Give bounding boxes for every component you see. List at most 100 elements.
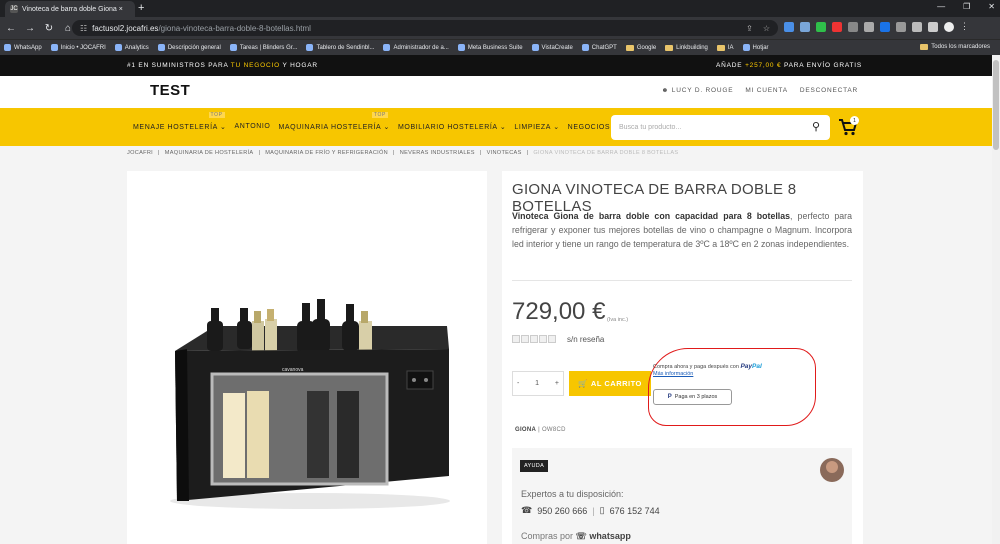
url-path: /giona-vinoteca-barra-doble-8-botellas.h… xyxy=(158,23,311,33)
mobile-icon: ▯ xyxy=(599,505,605,515)
address-bar[interactable]: ☷ factusol2.jocafri.es/giona-vinoteca-ba… xyxy=(72,20,778,36)
scrollbar-thumb[interactable] xyxy=(993,60,999,150)
menu-dots-icon[interactable]: ⋮ xyxy=(960,21,969,32)
page-viewport: #1 EN SUMINISTROS PARA TU NEGOCIO Y HOGA… xyxy=(0,55,992,544)
close-icon[interactable]: ✕ xyxy=(988,2,995,11)
phone-icon: ☎ xyxy=(521,505,533,515)
bookmark-item[interactable]: Analytics xyxy=(114,44,149,51)
user-name-link[interactable]: ☻ LUCY D. ROUGE xyxy=(662,87,734,94)
extension-icon[interactable] xyxy=(784,21,794,32)
logout-link[interactable]: DESCONECTAR xyxy=(800,87,858,94)
bookmark-item[interactable]: Meta Business Suite xyxy=(457,44,523,51)
review-count[interactable]: s/n reseña xyxy=(567,335,604,344)
my-account-link[interactable]: MI CUENTA xyxy=(745,87,787,94)
extension-icon[interactable] xyxy=(816,21,826,32)
qty-decrease-button[interactable]: - xyxy=(517,380,519,387)
product-description: Vinoteca Giona de barra doble con capaci… xyxy=(512,211,852,249)
extension-icon[interactable] xyxy=(800,21,810,32)
bookmark-icon xyxy=(114,44,122,51)
help-title: Expertos a tu disposición: xyxy=(521,489,624,499)
breadcrumb-separator: | xyxy=(393,150,395,156)
qty-increase-button[interactable]: + xyxy=(555,380,559,387)
star-icon xyxy=(521,335,529,343)
bookmark-item[interactable]: Descripción general xyxy=(157,44,221,51)
folder-icon xyxy=(920,44,929,50)
bookmark-item[interactable]: IA xyxy=(716,44,734,51)
bookmark-item[interactable]: Tareas | Blinders Gr... xyxy=(229,44,297,51)
share-icon[interactable]: ⇪ xyxy=(746,24,753,33)
site-info-icon[interactable]: ☷ xyxy=(80,24,87,33)
breadcrumb-separator: | xyxy=(526,150,529,156)
phone-link[interactable]: 950 260 666 xyxy=(537,506,587,516)
profile-avatar[interactable] xyxy=(944,21,954,32)
paypal-logo: Pay xyxy=(740,363,753,370)
menu-item[interactable]: MAQUINARIA HOSTELERÍA ⌄ TOP xyxy=(278,112,389,131)
mobile-link[interactable]: 676 152 744 xyxy=(610,506,660,516)
new-tab-button[interactable]: + xyxy=(138,2,144,14)
bookmark-item[interactable]: Google xyxy=(625,44,656,51)
product-image[interactable]: cavanova xyxy=(127,171,487,544)
all-bookmarks-folder[interactable]: Todos los marcadores xyxy=(920,44,990,50)
sku: OW8CD xyxy=(541,427,566,433)
folder-icon xyxy=(625,44,634,51)
bookmark-item[interactable]: Hotjar xyxy=(742,44,769,51)
breadcrumb-item: GIONA VINOTECA DE BARRA DOBLE 8 BOTELLAS xyxy=(533,150,679,156)
extension-icon[interactable] xyxy=(832,21,842,32)
star-icon xyxy=(548,335,556,343)
qty-input[interactable]: 1 xyxy=(535,380,539,387)
product-price: 729,00 € xyxy=(512,298,606,325)
browser-tab[interactable]: JC Vinoteca de barra doble Giona × xyxy=(5,1,135,17)
search-icon[interactable]: ⚲ xyxy=(812,120,820,133)
bookmark-item[interactable]: Tablero de Sendinbl... xyxy=(306,44,374,51)
forward-icon[interactable]: → xyxy=(22,23,38,34)
reload-icon[interactable]: ↻ xyxy=(41,23,57,34)
chevron-down-icon: ⌄ xyxy=(217,124,227,131)
user-menu: ☻ LUCY D. ROUGE MI CUENTA DESCONECTAR xyxy=(662,87,858,94)
bookmark-icon xyxy=(581,44,589,51)
breadcrumb-item[interactable]: MAQUINARIA DE HOSTELERÍA xyxy=(165,150,254,156)
breadcrumb-item[interactable]: JOCAFRI xyxy=(127,150,153,156)
paypal-more-info-link[interactable]: Más información xyxy=(653,371,693,377)
rating-stars[interactable] xyxy=(512,335,556,343)
puzzle-icon[interactable] xyxy=(912,21,922,32)
quantity-stepper: - 1 + xyxy=(512,371,564,396)
paypal-message: Compra ahora y paga después con PayPal xyxy=(653,363,762,370)
browser-toolbar: ← → ↻ ⌂ ☷ factusol2.jocafri.es/giona-vin… xyxy=(0,17,1000,39)
bookmark-item[interactable]: VistaCreate xyxy=(531,44,573,51)
breadcrumb-item[interactable]: MAQUINARIA DE FRÍO Y REFRIGERACIÓN xyxy=(265,150,388,156)
sidebar-icon[interactable] xyxy=(928,21,938,32)
extension-icon[interactable] xyxy=(896,21,906,32)
brand-link[interactable]: GIONA xyxy=(515,427,536,433)
bookmark-item[interactable]: Linkbuilding xyxy=(665,44,708,51)
breadcrumb-separator: | xyxy=(258,150,261,156)
add-to-cart-button[interactable]: 🛒 AL CARRITO xyxy=(569,371,651,396)
site-logo[interactable]: TEST xyxy=(150,82,190,99)
minimize-icon[interactable]: — xyxy=(937,2,945,11)
bookmark-item[interactable]: ChatGPT xyxy=(581,44,617,51)
maximize-icon[interactable]: ❐ xyxy=(963,2,970,11)
bookmark-icon xyxy=(383,44,391,51)
star-icon xyxy=(512,335,520,343)
bookmark-item[interactable]: WhatsApp xyxy=(4,44,42,51)
bookmark-item[interactable]: Administrador de a... xyxy=(383,44,449,51)
extension-icon[interactable] xyxy=(864,21,874,32)
promo-left: #1 EN SUMINISTROS PARA TU NEGOCIO Y HOGA… xyxy=(127,62,318,69)
whatsapp-link[interactable]: ☏ whatsapp xyxy=(576,531,631,541)
breadcrumb-item[interactable]: NEVERAS INDUSTRIALES xyxy=(400,150,475,156)
menu-item[interactable]: LIMPIEZA ⌄ xyxy=(514,123,559,131)
promo-strip: #1 EN SUMINISTROS PARA TU NEGOCIO Y HOGA… xyxy=(0,55,992,76)
extension-icon[interactable] xyxy=(880,21,890,32)
menu-item[interactable]: MOBILIARIO HOSTELERÍA ⌄ xyxy=(398,123,506,131)
menu-item[interactable]: ANTONIO xyxy=(235,123,271,131)
breadcrumb-item[interactable]: VINOTECAS xyxy=(487,150,522,156)
bookmark-item[interactable]: Inicio • JOCAFRI xyxy=(50,44,106,51)
extension-icon[interactable] xyxy=(848,21,858,32)
breadcrumb-separator: | xyxy=(479,150,482,156)
menu-item[interactable]: MENAJE HOSTELERÍA ⌄ TOP xyxy=(133,112,227,131)
help-box: AYUDA Expertos a tu disposición: ☎ 950 26… xyxy=(512,448,852,544)
search-input[interactable]: Busca tu producto... ⚲ xyxy=(611,115,830,140)
paypal-pay-in-3-button[interactable]: P Paga en 3 plazos xyxy=(653,389,732,405)
bookmark-icon xyxy=(742,44,750,51)
bookmark-star-icon[interactable]: ☆ xyxy=(763,24,770,33)
back-icon[interactable]: ← xyxy=(3,23,19,34)
